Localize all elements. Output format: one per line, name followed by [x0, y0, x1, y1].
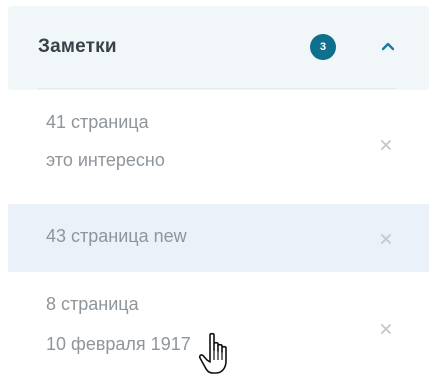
panel-title: Заметки [38, 36, 117, 57]
note-title: 43 страница new [46, 226, 187, 246]
note-item[interactable]: 43 страница new [8, 204, 429, 272]
close-icon[interactable] [379, 138, 393, 152]
notes-count-badge: 3 [310, 34, 336, 60]
notes-panel: Заметки 3 41 страница это интересно 43 с… [0, 0, 437, 383]
note-text: 10 февраля 1917 [46, 334, 191, 354]
note-title: 41 страница [46, 112, 149, 132]
close-icon[interactable] [379, 232, 393, 246]
header-divider [38, 88, 396, 89]
notes-panel-header[interactable]: Заметки 3 [8, 6, 429, 90]
note-item[interactable]: 41 страница это интересно [8, 96, 429, 196]
close-icon[interactable] [379, 322, 393, 336]
note-text: это интересно [46, 150, 165, 170]
chevron-up-icon[interactable] [380, 39, 396, 53]
hand-cursor-icon [197, 332, 237, 378]
note-title: 8 страница [46, 294, 139, 314]
